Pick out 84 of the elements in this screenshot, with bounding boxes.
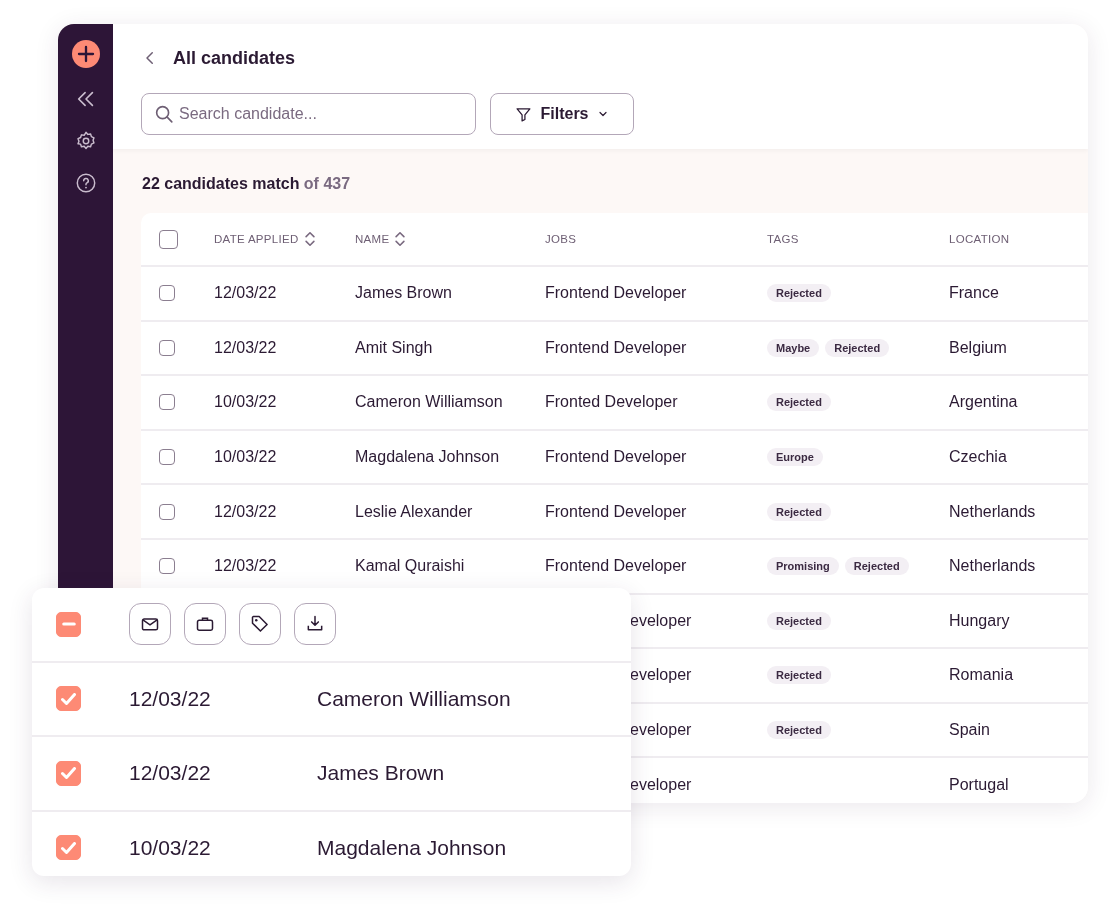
checkmark-icon: [61, 692, 76, 705]
location-cell: Spain: [949, 721, 990, 739]
email-button[interactable]: [129, 603, 171, 646]
sort-icon: [395, 232, 406, 246]
name-cell: Kamal Quraishi: [355, 557, 465, 575]
job-cell: Frontend Developer: [545, 338, 687, 356]
tag-icon: [250, 614, 270, 635]
tag: Europe: [767, 448, 823, 467]
tag: Rejected: [844, 557, 909, 576]
job-button[interactable]: [184, 603, 226, 646]
tag: Rejected: [767, 284, 831, 303]
tag: Rejected: [767, 502, 831, 521]
checkmark-icon: [61, 841, 76, 854]
match-count: 22 candidates match of 437: [141, 174, 352, 194]
date-cell: 12/03/22: [214, 557, 277, 575]
tag: Rejected: [767, 721, 831, 740]
filter-icon: [515, 105, 533, 123]
checkmark-icon: [61, 767, 76, 780]
location-cell: Belgium: [949, 338, 1007, 356]
location-cell: Argentina: [949, 393, 1018, 411]
checkbox[interactable]: [56, 686, 81, 712]
date-cell: 12/03/22: [129, 686, 211, 710]
tag: Rejected: [767, 393, 831, 412]
location-cell: France: [949, 284, 999, 302]
filters-button[interactable]: Filters: [490, 93, 634, 135]
location-cell: Netherlands: [949, 502, 1036, 520]
name-cell: Leslie Alexander: [355, 502, 473, 520]
location-cell: Czechia: [949, 448, 1007, 466]
column-header[interactable]: DATE APPLIED: [214, 232, 315, 246]
date-cell: 12/03/22: [214, 502, 277, 520]
checkbox[interactable]: [159, 285, 175, 302]
name-cell: Amit Singh: [355, 338, 433, 356]
help-icon[interactable]: [74, 172, 97, 194]
job-cell: Frontend Developer: [545, 448, 687, 466]
checkbox[interactable]: [159, 449, 175, 466]
name-cell: Cameron Williamson: [317, 686, 511, 710]
location-cell: Netherlands: [949, 557, 1036, 575]
date-cell: 10/03/22: [214, 393, 277, 411]
location-cell: Portugal: [949, 775, 1009, 793]
job-cell: Fronted Developer: [545, 393, 678, 411]
column-header: LOCATION: [949, 233, 1010, 245]
tag: Rejected: [825, 338, 890, 357]
name-cell: Magdalena Johnson: [317, 835, 507, 859]
date-cell: 12/03/22: [129, 761, 211, 785]
tag: Rejected: [767, 611, 831, 630]
checkbox[interactable]: [159, 339, 175, 356]
settings-icon[interactable]: [74, 130, 97, 152]
minus-icon: [61, 622, 76, 627]
checkbox[interactable]: [56, 760, 81, 786]
date-cell: 10/03/22: [214, 448, 277, 466]
tag: Maybe: [767, 338, 820, 357]
job-cell: Frontend Developer: [545, 284, 687, 302]
job-cell: eveloper: [630, 721, 692, 739]
date-cell: 12/03/22: [214, 338, 277, 356]
date-cell: 10/03/22: [129, 835, 211, 859]
location-cell: Hungary: [949, 611, 1010, 629]
select-all-checkbox[interactable]: [56, 611, 81, 637]
column-header: TAGS: [767, 233, 799, 245]
checkbox[interactable]: [159, 558, 175, 575]
column-header[interactable]: NAME: [355, 232, 406, 246]
tag: Rejected: [767, 666, 831, 685]
tag: Promising: [767, 557, 839, 576]
job-cell: eveloper: [630, 611, 692, 629]
job-cell: eveloper: [630, 775, 692, 793]
name-cell: James Brown: [355, 284, 452, 302]
checkbox[interactable]: [159, 394, 175, 411]
checkbox[interactable]: [56, 835, 81, 861]
checkbox[interactable]: [159, 229, 178, 249]
tag-button[interactable]: [239, 603, 281, 646]
sort-icon: [304, 232, 315, 246]
checkbox[interactable]: [159, 503, 175, 520]
job-cell: Frontend Developer: [545, 557, 687, 575]
job-cell: Frontend Developer: [545, 502, 687, 520]
column-header: JOBS: [545, 233, 577, 245]
add-icon[interactable]: [71, 40, 100, 68]
name-cell: Cameron Williamson: [355, 393, 503, 411]
page-title: All candidates: [173, 47, 296, 69]
name-cell: James Brown: [317, 761, 445, 785]
search-field[interactable]: Search candidate...: [141, 93, 476, 135]
location-cell: Romania: [949, 666, 1014, 684]
job-cell: eveloper: [630, 666, 692, 684]
download-button[interactable]: [294, 603, 336, 646]
name-cell: Magdalena Johnson: [355, 448, 500, 466]
date-cell: 12/03/22: [214, 284, 277, 302]
